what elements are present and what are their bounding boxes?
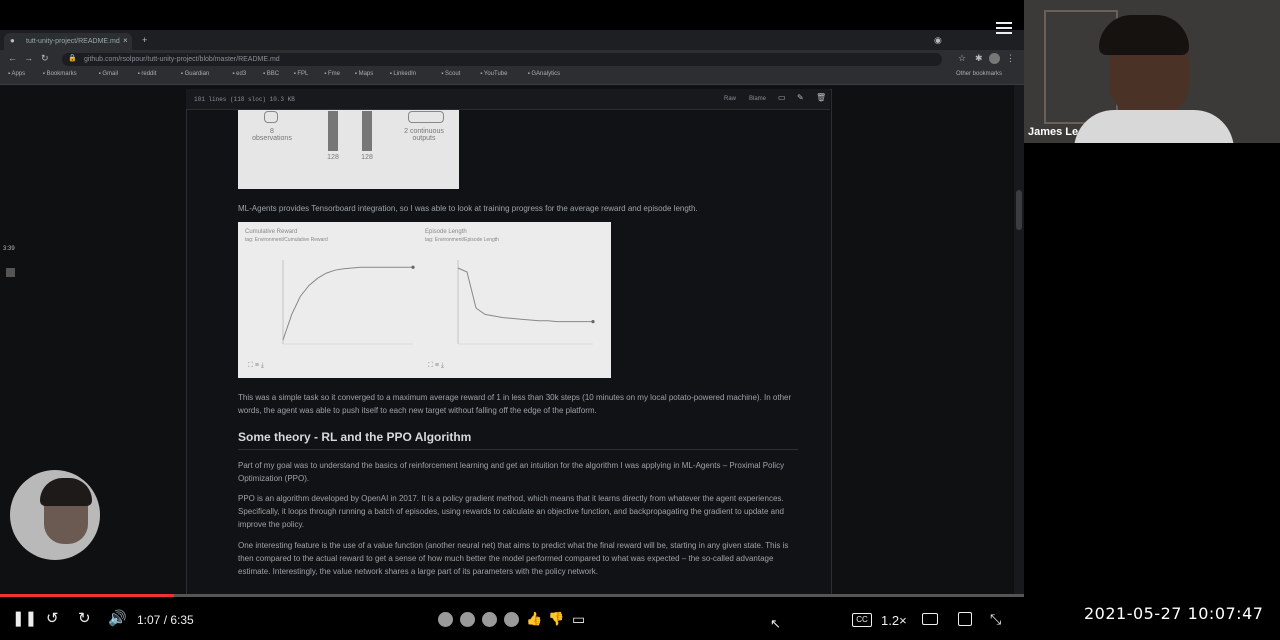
rewind-icon[interactable]: ↺: [46, 611, 59, 627]
layer-1-size: 128: [327, 154, 339, 161]
paragraph-converged: This was a simple task so it converged t…: [238, 393, 792, 415]
bookmark-item[interactable]: ▪ Maps: [355, 71, 373, 77]
blame-button[interactable]: Blame: [749, 96, 766, 102]
profile-avatar[interactable]: [989, 53, 1000, 64]
reaction-wow-icon[interactable]: [482, 612, 497, 627]
star-icon[interactable]: ☆: [958, 54, 966, 63]
desktop-icon[interactable]: ▭: [778, 94, 786, 102]
self-view-webcam: [10, 470, 100, 560]
mouse-cursor-icon: ↖: [770, 616, 781, 631]
captions-icon[interactable]: CC: [852, 613, 872, 627]
pause-icon[interactable]: ❚❚: [12, 611, 37, 627]
presenter-webcam: [1024, 0, 1280, 143]
miniplayer-icon[interactable]: [958, 612, 972, 626]
expand-icon-2[interactable]: ⛶ ≡ ⤓: [428, 362, 444, 370]
chart-endpoint: [411, 265, 415, 269]
bookmark-item[interactable]: ▪ BBC: [263, 71, 279, 77]
thumbs-down-icon[interactable]: 👎: [548, 611, 564, 627]
chart-series-line: [282, 266, 413, 341]
bookmark-item[interactable]: ▪ YouTube: [480, 71, 507, 77]
tab-search-icon[interactable]: ◉: [934, 36, 942, 45]
bookmark-item[interactable]: ▪ Guardian: [181, 71, 209, 77]
file-stats: 101 lines (118 sloc) 10.3 KB: [194, 96, 295, 103]
bookmark-item[interactable]: ▪ Fme: [324, 71, 340, 77]
expand-icon[interactable]: ⛶ ≡ ⤓: [248, 362, 264, 370]
diagram-input-label: 8 observations: [252, 128, 292, 142]
close-tab-icon[interactable]: ×: [123, 37, 128, 45]
exit-fullscreen-icon[interactable]: ⤡: [990, 611, 1001, 627]
url-field[interactable]: github.com/rsolpour/tutt-unity-project/b…: [62, 53, 942, 66]
person-hair: [1099, 15, 1189, 55]
paragraph-ppo: PPO is an algorithm developed by OpenAI …: [238, 494, 784, 529]
thumbs-up-icon[interactable]: 👍: [526, 611, 542, 627]
bookmark-item[interactable]: ▪ reddit: [138, 71, 157, 77]
paragraph-value-function: One interesting feature is the use of a …: [238, 541, 789, 576]
sidebar-stop-icon[interactable]: [6, 268, 15, 277]
sidebar-time: 3:39: [3, 246, 15, 252]
hidden-layer-1: [328, 111, 338, 151]
reaction-hands-icon[interactable]: [504, 612, 519, 627]
reaction-laugh-icon[interactable]: [460, 612, 475, 627]
trash-icon[interactable]: 🗑: [816, 94, 826, 102]
paragraph-goal: Part of my goal was to understand the ba…: [238, 461, 785, 483]
webcam-name-label: James Le: [1028, 126, 1079, 138]
volume-icon[interactable]: 🔊: [108, 611, 127, 627]
bookmark-item[interactable]: ▪ Gmail: [99, 71, 118, 77]
bookmark-item[interactable]: ▪ FPL: [294, 71, 309, 77]
browser-menu-icon[interactable]: ⋮: [1006, 54, 1015, 63]
tab-bar: [0, 30, 1024, 50]
output-node: [408, 111, 444, 123]
recording-clock: 2021-05-27 10:07:47: [1084, 604, 1264, 623]
bookmark-item[interactable]: ▪ LinkedIn: [390, 71, 416, 77]
playback-speed[interactable]: 1.2×: [881, 613, 907, 628]
back-icon[interactable]: ←: [8, 54, 17, 63]
bookmark-item[interactable]: ▪ ed3: [232, 71, 246, 77]
extensions-icon[interactable]: ✱: [975, 54, 983, 63]
input-node: [264, 111, 278, 123]
chart-endpoint: [591, 320, 595, 324]
scrollbar-thumb[interactable]: [1016, 190, 1022, 230]
hidden-layer-2: [362, 111, 372, 151]
bookmark-item[interactable]: ▪ Apps: [8, 71, 25, 77]
layer-2-size: 128: [361, 154, 373, 161]
forward-icon[interactable]: →: [24, 54, 33, 63]
lock-icon: 🔒: [68, 55, 77, 62]
other-bookmarks[interactable]: Other bookmarks: [956, 71, 1002, 77]
reload-icon[interactable]: ↻: [41, 54, 49, 63]
theater-mode-icon[interactable]: [922, 613, 938, 625]
person-shirt: [1074, 110, 1234, 143]
progress-fill[interactable]: [0, 594, 174, 597]
raw-button[interactable]: Raw: [724, 96, 736, 102]
diagram-output-label: 2 continuous outputs: [404, 128, 444, 142]
github-icon: ●: [10, 36, 15, 45]
bookmark-item[interactable]: ▪ Scout: [441, 71, 460, 77]
comment-icon[interactable]: ▭: [572, 611, 585, 627]
heading-divider: [238, 449, 798, 450]
paragraph-tensorboard: ML-Agents provides Tensorboard integrati…: [238, 204, 698, 213]
tensorboard-charts-svg: [282, 260, 595, 345]
chart-series-line: [457, 267, 593, 323]
section-heading: Some theory - RL and the PPO Algorithm: [238, 430, 472, 444]
bookmark-item[interactable]: ▪ GAnalytics: [528, 71, 560, 77]
reaction-smile-icon[interactable]: [438, 612, 453, 627]
new-tab-icon[interactable]: +: [142, 36, 147, 45]
edit-icon[interactable]: ✎: [797, 94, 804, 102]
bookmark-item[interactable]: ▪ Bookmarks: [43, 71, 77, 77]
hamburger-menu-icon[interactable]: [996, 22, 1012, 34]
timecode: 1:07 / 6:35: [137, 613, 194, 627]
forward-skip-icon[interactable]: ↻: [78, 611, 91, 627]
browser-tab[interactable]: tutt-unity-project/README.md: [4, 33, 132, 50]
page-scrollbar[interactable]: [1014, 85, 1024, 595]
